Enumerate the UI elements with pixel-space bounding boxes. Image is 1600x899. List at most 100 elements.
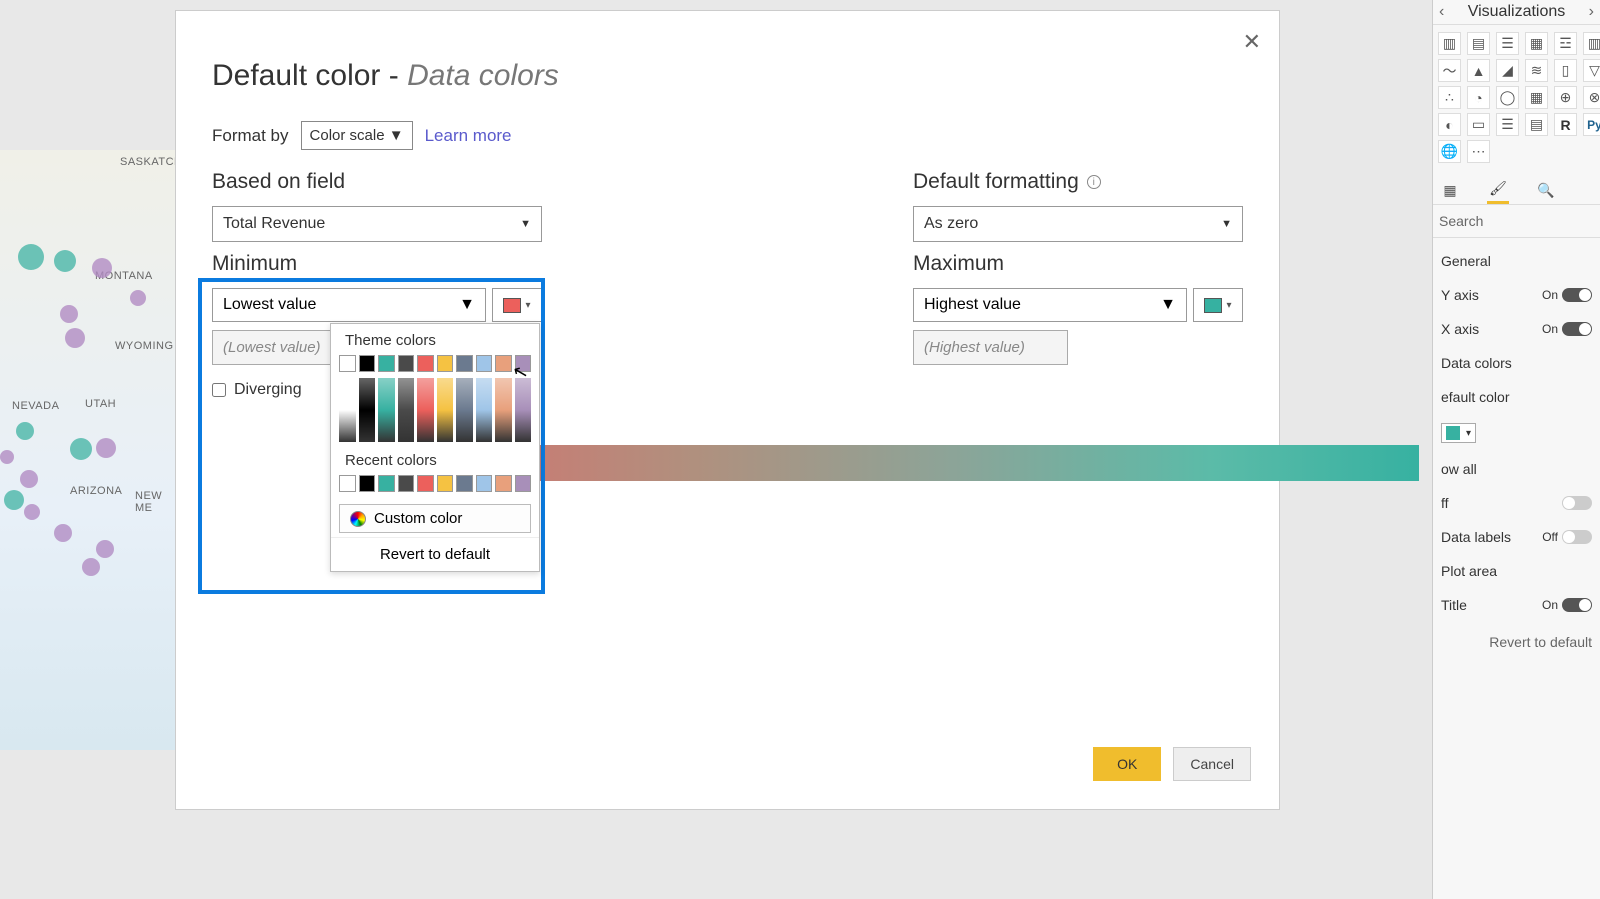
info-icon[interactable]: i: [1087, 175, 1101, 189]
visualizations-pane: ‹ Visualizations › ▥ ▤ ☰ ▦ ☲ ▥ 〜 ▲ ◢ ≋ ▯…: [1432, 0, 1600, 899]
color-swatch[interactable]: [378, 475, 395, 492]
chevron-down-icon: ▾: [1226, 300, 1231, 311]
color-swatch[interactable]: [495, 475, 512, 492]
toggle-switch[interactable]: [1562, 288, 1592, 302]
more-visuals-icon[interactable]: ⋯: [1467, 140, 1490, 163]
analytics-tab[interactable]: 🔍: [1535, 176, 1557, 204]
color-swatch[interactable]: [339, 475, 356, 492]
search-input[interactable]: Search: [1433, 205, 1600, 238]
minimum-value-select[interactable]: Lowest value▼: [212, 288, 486, 322]
color-swatch[interactable]: [417, 355, 434, 372]
donut-icon[interactable]: ◯: [1496, 86, 1519, 109]
format-property-item[interactable]: ow all: [1433, 452, 1600, 486]
shade-column[interactable]: [378, 378, 395, 442]
pane-back-icon[interactable]: ‹: [1439, 3, 1444, 21]
color-swatch[interactable]: [359, 355, 376, 372]
maximum-value-select[interactable]: Highest value▼: [913, 288, 1187, 322]
shade-column[interactable]: [515, 378, 532, 442]
filled-map-icon[interactable]: ⊗: [1583, 86, 1600, 109]
custom-color-button[interactable]: Custom color: [339, 504, 531, 533]
color-swatch[interactable]: [437, 475, 454, 492]
property-label: General: [1441, 253, 1491, 269]
shade-column[interactable]: [339, 378, 356, 442]
color-swatch[interactable]: [456, 475, 473, 492]
line-chart-icon[interactable]: 〜: [1438, 59, 1461, 82]
pie-icon[interactable]: ◔: [1467, 86, 1490, 109]
shade-column[interactable]: [417, 378, 434, 442]
format-property-item[interactable]: Plot area: [1433, 554, 1600, 588]
based-on-field-select[interactable]: Total Revenue▼: [212, 206, 542, 242]
default-formatting-select[interactable]: As zero▼: [913, 206, 1243, 242]
format-property-item[interactable]: Data colors: [1433, 346, 1600, 380]
shade-column[interactable]: [476, 378, 493, 442]
learn-more-link[interactable]: Learn more: [425, 126, 512, 146]
treemap-icon[interactable]: ▦: [1525, 86, 1548, 109]
cancel-button[interactable]: Cancel: [1173, 747, 1251, 781]
format-by-select[interactable]: Color scale ▼: [301, 121, 413, 150]
multi-card-icon[interactable]: ☰: [1496, 113, 1519, 136]
maximum-color-button[interactable]: ▾: [1193, 288, 1243, 322]
color-swatch[interactable]: [359, 475, 376, 492]
toggle-switch[interactable]: [1562, 496, 1592, 510]
scatter-icon[interactable]: ∴: [1438, 86, 1461, 109]
theme-colors-row: [331, 355, 539, 378]
shade-column[interactable]: [437, 378, 454, 442]
hundred-stacked-column-icon[interactable]: ▥: [1583, 32, 1600, 55]
diverging-input[interactable]: [212, 383, 226, 397]
format-property-item[interactable]: General: [1433, 244, 1600, 278]
default-color-picker[interactable]: ▾: [1441, 423, 1476, 443]
color-swatch[interactable]: [417, 475, 434, 492]
color-swatch[interactable]: [495, 355, 512, 372]
color-swatch[interactable]: [476, 355, 493, 372]
palette-revert-button[interactable]: Revert to default: [331, 537, 539, 571]
stacked-bar-icon[interactable]: ▥: [1438, 32, 1461, 55]
shade-column[interactable]: [398, 378, 415, 442]
pane-forward-icon[interactable]: ›: [1589, 3, 1594, 21]
shade-column[interactable]: [359, 378, 376, 442]
color-swatch[interactable]: [437, 355, 454, 372]
minimum-color-button[interactable]: ▾: [492, 288, 542, 322]
color-swatch[interactable]: [515, 475, 532, 492]
color-swatch[interactable]: [476, 475, 493, 492]
r-visual-icon[interactable]: R: [1554, 113, 1577, 136]
color-swatch[interactable]: [398, 355, 415, 372]
shade-column[interactable]: [495, 378, 512, 442]
waterfall-icon[interactable]: ▯: [1554, 59, 1577, 82]
toggle-switch[interactable]: [1562, 598, 1592, 612]
shade-column[interactable]: [456, 378, 473, 442]
format-property-item[interactable]: X axisOn: [1433, 312, 1600, 346]
python-visual-icon[interactable]: Py: [1583, 113, 1600, 136]
revert-to-default-link[interactable]: Revert to default: [1433, 622, 1600, 668]
map-icon[interactable]: ⊕: [1554, 86, 1577, 109]
stacked-area-icon[interactable]: ◢: [1496, 59, 1519, 82]
area-chart-icon[interactable]: ▲: [1467, 59, 1490, 82]
format-property-item[interactable]: efault color: [1433, 380, 1600, 414]
close-icon[interactable]: ✕: [1243, 29, 1261, 55]
kpi-icon[interactable]: ▤: [1525, 113, 1548, 136]
funnel-icon[interactable]: ▽: [1583, 59, 1600, 82]
globe-icon[interactable]: 🌐: [1438, 140, 1461, 163]
toggle-switch[interactable]: [1562, 322, 1592, 336]
hundred-stacked-bar-icon[interactable]: ☲: [1554, 32, 1577, 55]
color-swatch[interactable]: [378, 355, 395, 372]
color-swatch[interactable]: [456, 355, 473, 372]
format-property-item[interactable]: Y axisOn: [1433, 278, 1600, 312]
stacked-column-icon[interactable]: ▤: [1467, 32, 1490, 55]
format-property-item[interactable]: Data labelsOff: [1433, 520, 1600, 554]
ribbon-chart-icon[interactable]: ≋: [1525, 59, 1548, 82]
format-tab[interactable]: 🖌: [1487, 176, 1509, 204]
color-swatch[interactable]: [398, 475, 415, 492]
clustered-column-icon[interactable]: ▦: [1525, 32, 1548, 55]
fields-tab[interactable]: ▦: [1439, 176, 1461, 204]
gauge-icon[interactable]: ◐: [1438, 113, 1461, 136]
card-icon[interactable]: ▭: [1467, 113, 1490, 136]
toggle-switch[interactable]: [1562, 530, 1592, 544]
title-text: Default color -: [212, 59, 407, 92]
format-property-item[interactable]: ff: [1433, 486, 1600, 520]
clustered-bar-icon[interactable]: ☰: [1496, 32, 1519, 55]
format-property-item[interactable]: TitleOn: [1433, 588, 1600, 622]
color-swatch[interactable]: [515, 355, 532, 372]
ok-button[interactable]: OK: [1093, 747, 1161, 781]
color-swatch[interactable]: [339, 355, 356, 372]
maximum-value-input[interactable]: (Highest value): [913, 330, 1068, 365]
